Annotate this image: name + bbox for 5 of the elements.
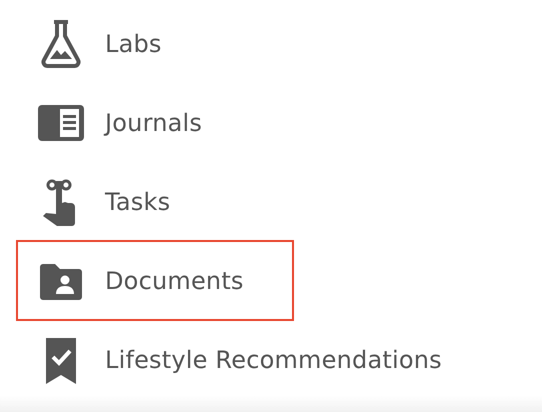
menu-item[interactable]: Journals <box>16 82 294 163</box>
menu-item[interactable]: Tasks <box>16 161 294 242</box>
menu-item[interactable]: Documents <box>16 240 294 321</box>
menu-item[interactable]: Labs <box>16 3 294 84</box>
menu-item[interactable]: Lifestyle Recommendations <box>16 319 450 400</box>
